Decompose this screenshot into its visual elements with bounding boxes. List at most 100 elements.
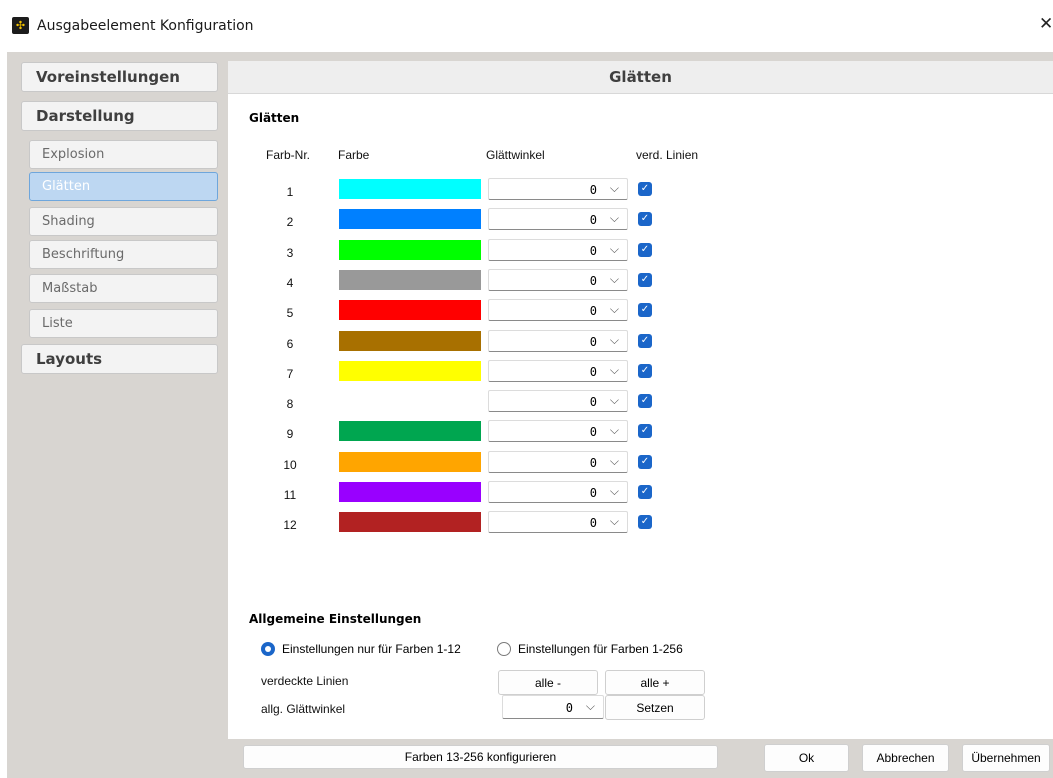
chevron-down-icon: ⌵: [609, 393, 619, 407]
column-header-angle: Glättwinkel: [486, 148, 545, 162]
chevron-down-icon: ⌵: [609, 302, 619, 316]
smoothing-angle-value: 0: [589, 335, 597, 349]
radio-colors-1-256[interactable]: Einstellungen für Farben 1-256: [497, 642, 683, 656]
radio-colors-1-12[interactable]: Einstellungen nur für Farben 1-12: [261, 642, 461, 656]
hidden-lines-checkbox[interactable]: ✓: [638, 273, 652, 287]
sidebar-item-voreinstellungen[interactable]: Voreinstellungen: [21, 62, 218, 92]
hidden-lines-checkbox[interactable]: ✓: [638, 334, 652, 348]
color-number: 1: [286, 185, 294, 199]
color-row: 2 0 ⌵ ✓: [228, 208, 1053, 238]
color-row: 4 0 ⌵ ✓: [228, 269, 1053, 299]
ok-button[interactable]: Ok: [764, 744, 849, 772]
column-header-lines: verd. Linien: [636, 148, 699, 162]
radio-unselected-icon: [497, 642, 511, 656]
hidden-lines-checkbox[interactable]: ✓: [638, 424, 652, 438]
smoothing-angle-select[interactable]: 0 ⌵: [488, 239, 628, 261]
hidden-lines-checkbox[interactable]: ✓: [638, 394, 652, 408]
settings-panel: Glätten Glätten Farb-Nr. Farbe Glättwink…: [228, 61, 1053, 769]
hidden-lines-checkbox[interactable]: ✓: [638, 182, 652, 196]
color-number: 4: [286, 276, 294, 290]
color-swatch[interactable]: [339, 391, 481, 411]
configure-colors-button[interactable]: Farben 13-256 konfigurieren: [243, 745, 718, 769]
sidebar-item-explosion[interactable]: Explosion: [29, 140, 218, 169]
hidden-lines-checkbox[interactable]: ✓: [638, 515, 652, 529]
chevron-down-icon: ⌵: [609, 211, 619, 225]
smoothing-angle-select[interactable]: 0 ⌵: [488, 481, 628, 503]
chevron-down-icon: ⌵: [609, 514, 619, 528]
smoothing-angle-select[interactable]: 0 ⌵: [488, 420, 628, 442]
smoothing-angle-value: 0: [589, 395, 597, 409]
smoothing-angle-select[interactable]: 0 ⌵: [488, 208, 628, 230]
color-row: 12 0 ⌵ ✓: [228, 511, 1053, 541]
hidden-lines-checkbox[interactable]: ✓: [638, 243, 652, 257]
all-plus-button[interactable]: alle +: [605, 670, 705, 695]
smoothing-angle-select[interactable]: 0 ⌵: [488, 299, 628, 321]
color-number: 11: [283, 488, 297, 502]
set-button[interactable]: Setzen: [605, 695, 705, 720]
general-angle-label: allg. Glättwinkel: [261, 702, 346, 716]
chevron-down-icon: ⌵: [609, 423, 619, 437]
color-number: 6: [286, 337, 294, 351]
hidden-lines-checkbox[interactable]: ✓: [638, 455, 652, 469]
chevron-down-icon: ⌵: [609, 363, 619, 377]
color-swatch[interactable]: [339, 452, 481, 472]
smoothing-angle-select[interactable]: 0 ⌵: [488, 390, 628, 412]
color-number: 10: [283, 458, 297, 472]
smoothing-angle-select[interactable]: 0 ⌵: [488, 178, 628, 200]
color-swatch[interactable]: [339, 179, 481, 199]
radio-selected-icon: [261, 642, 275, 656]
radio-colors-1-12-label: Einstellungen nur für Farben 1-12: [282, 642, 461, 656]
smoothing-angle-select[interactable]: 0 ⌵: [488, 360, 628, 382]
smoothing-angle-value: 0: [589, 516, 597, 530]
color-swatch[interactable]: [339, 482, 481, 502]
sidebar-item-beschriftung[interactable]: Beschriftung: [29, 240, 218, 269]
sidebar-item-glaetten[interactable]: Glätten: [29, 172, 218, 201]
dialog-body: Voreinstellungen Darstellung Explosion G…: [7, 52, 1053, 778]
smoothing-angle-value: 0: [589, 456, 597, 470]
color-swatch[interactable]: [339, 331, 481, 351]
color-row: 1 0 ⌵ ✓: [228, 178, 1053, 208]
hidden-lines-checkbox[interactable]: ✓: [638, 485, 652, 499]
smoothing-angle-value: 0: [589, 183, 597, 197]
hidden-lines-checkbox[interactable]: ✓: [638, 364, 652, 378]
all-minus-button[interactable]: alle -: [498, 670, 598, 695]
apply-button[interactable]: Übernehmen: [962, 744, 1050, 772]
smoothing-angle-select[interactable]: 0 ⌵: [488, 269, 628, 291]
color-swatch[interactable]: [339, 512, 481, 532]
color-row: 3 0 ⌵ ✓: [228, 239, 1053, 269]
app-logo-icon: ✣: [12, 17, 29, 34]
chevron-down-icon: ⌵: [609, 333, 619, 347]
sidebar-item-liste[interactable]: Liste: [29, 309, 218, 338]
general-angle-value: 0: [565, 701, 573, 715]
color-swatch[interactable]: [339, 361, 481, 381]
color-swatch[interactable]: [339, 209, 481, 229]
smoothing-angle-value: 0: [589, 213, 597, 227]
color-swatch[interactable]: [339, 240, 481, 260]
general-angle-select[interactable]: 0 ⌵: [502, 695, 604, 719]
sidebar-item-shading[interactable]: Shading: [29, 207, 218, 236]
hidden-lines-label: verdeckte Linien: [261, 674, 349, 688]
title-bar: ✣ Ausgabeelement Konfiguration ✕: [0, 0, 1053, 52]
close-icon[interactable]: ✕: [1039, 14, 1053, 34]
sidebar-item-layouts[interactable]: Layouts: [21, 344, 218, 374]
hidden-lines-checkbox[interactable]: ✓: [638, 303, 652, 317]
color-swatch[interactable]: [339, 270, 481, 290]
sidebar-item-darstellung[interactable]: Darstellung: [21, 101, 218, 131]
chevron-down-icon: ⌵: [609, 484, 619, 498]
color-number: 8: [286, 397, 294, 411]
smoothing-angle-select[interactable]: 0 ⌵: [488, 330, 628, 352]
smoothing-angle-value: 0: [589, 274, 597, 288]
sidebar-item-massstab[interactable]: Maßstab: [29, 274, 218, 303]
color-swatch[interactable]: [339, 300, 481, 320]
color-number: 7: [286, 367, 294, 381]
color-row: 9 0 ⌵ ✓: [228, 420, 1053, 450]
hidden-lines-checkbox[interactable]: ✓: [638, 212, 652, 226]
cancel-button[interactable]: Abbrechen: [862, 744, 949, 772]
radio-colors-1-256-label: Einstellungen für Farben 1-256: [518, 642, 683, 656]
smoothing-angle-select[interactable]: 0 ⌵: [488, 451, 628, 473]
chevron-down-icon: ⌵: [609, 272, 619, 286]
color-number: 9: [286, 427, 294, 441]
smoothing-angle-select[interactable]: 0 ⌵: [488, 511, 628, 533]
section-title: Glätten: [249, 111, 300, 125]
color-swatch[interactable]: [339, 421, 481, 441]
